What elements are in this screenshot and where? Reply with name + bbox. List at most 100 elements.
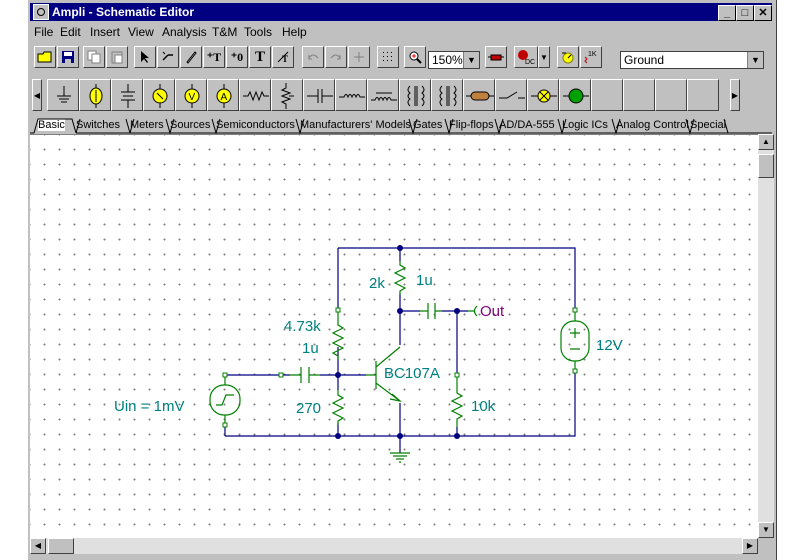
menu-view[interactable]: View bbox=[128, 25, 154, 39]
inductor-component[interactable] bbox=[335, 79, 367, 111]
pen-button[interactable] bbox=[180, 46, 202, 68]
menu-bar: File Edit Insert View Analysis T&M Tools… bbox=[30, 23, 772, 41]
postprocessor-button[interactable]: 1K bbox=[580, 46, 602, 68]
folder-icon bbox=[37, 51, 52, 63]
app-icon[interactable] bbox=[33, 4, 49, 20]
horizontal-scrollbar[interactable]: ◀ ▶ bbox=[30, 538, 758, 554]
zoom-button[interactable] bbox=[404, 46, 426, 68]
scroll-right-button[interactable]: ▶ bbox=[730, 79, 740, 111]
dc-dropdown-button[interactable]: ▼ bbox=[538, 46, 550, 68]
dc-source-component[interactable] bbox=[111, 79, 143, 111]
empty-slot-4[interactable] bbox=[687, 79, 719, 111]
component-button[interactable] bbox=[485, 46, 507, 68]
caret-up-icon: ▲ bbox=[762, 137, 770, 146]
scroll-up-button[interactable]: ▲ bbox=[758, 134, 774, 150]
transformer-component[interactable] bbox=[399, 79, 431, 111]
zoom-value: 150% bbox=[432, 53, 463, 67]
dc-analysis-button[interactable]: DC bbox=[514, 46, 538, 68]
close-button[interactable]: ✕ bbox=[754, 5, 772, 21]
tab-outline bbox=[30, 118, 772, 134]
menu-help[interactable]: Help bbox=[282, 25, 307, 39]
ground-symbol bbox=[390, 452, 410, 463]
component-toolbar: ◀ V A ▶ bbox=[30, 77, 772, 113]
menu-file[interactable]: File bbox=[34, 25, 53, 39]
caret-right-icon: ▶ bbox=[731, 90, 739, 100]
maximize-button[interactable]: □ bbox=[736, 5, 754, 21]
app-window: Ampli - Schematic Editor _ □ ✕ File Edit… bbox=[27, 0, 777, 560]
led-icon bbox=[563, 88, 589, 104]
rotate-text-button[interactable]: T bbox=[272, 46, 294, 68]
c-out-label: 1u bbox=[416, 272, 433, 289]
chevron-down-icon[interactable]: ▼ bbox=[747, 52, 763, 68]
open-button[interactable] bbox=[34, 46, 56, 68]
text-label-button[interactable]: ⁺T bbox=[203, 46, 225, 68]
resistor-10k bbox=[450, 375, 464, 427]
zoom-select[interactable]: 150% ▼ bbox=[428, 51, 480, 69]
switch-component[interactable] bbox=[495, 79, 527, 111]
component-select[interactable]: Ground ▼ bbox=[620, 51, 764, 69]
lamp-component[interactable] bbox=[527, 79, 559, 111]
redo-button[interactable] bbox=[325, 46, 347, 68]
paste-button[interactable] bbox=[106, 46, 128, 68]
scroll-right-arrow[interactable]: ▶ bbox=[742, 538, 758, 554]
lamp-icon bbox=[531, 89, 557, 103]
source-label: Uin = 1mV bbox=[114, 398, 184, 415]
voltage-generator-component[interactable] bbox=[143, 79, 175, 111]
scroll-down-button[interactable]: ▼ bbox=[758, 522, 774, 538]
svg-text:DC: DC bbox=[525, 59, 535, 65]
coil-component[interactable] bbox=[367, 79, 399, 111]
wire-tool-button[interactable] bbox=[157, 46, 179, 68]
horizontal-scroll-thumb[interactable] bbox=[48, 538, 74, 554]
schematic-labels: Uin = 1mV 1u 4.73k 270 2k 1u Out BC107A … bbox=[114, 272, 623, 417]
minimize-button[interactable]: _ bbox=[718, 5, 736, 21]
scroll-left-arrow[interactable]: ◀ bbox=[30, 538, 46, 554]
ammeter-component[interactable]: A bbox=[207, 79, 239, 111]
select-arrow-button[interactable] bbox=[134, 46, 156, 68]
menu-analysis[interactable]: Analysis bbox=[162, 25, 207, 39]
ground-component[interactable] bbox=[47, 79, 79, 111]
grid-button[interactable] bbox=[377, 46, 399, 68]
generator-icon bbox=[152, 84, 168, 108]
menu-insert[interactable]: Insert bbox=[90, 25, 120, 39]
capacitor-component[interactable] bbox=[303, 79, 335, 111]
potentiometer-component[interactable] bbox=[271, 79, 303, 111]
chevron-down-icon[interactable]: ▼ bbox=[463, 52, 479, 68]
led-component[interactable] bbox=[559, 79, 591, 111]
size-grip[interactable] bbox=[758, 538, 774, 554]
schematic-canvas[interactable]: Uin = 1mV 1u 4.73k 270 2k 1u Out BC107A … bbox=[30, 134, 758, 539]
menu-tm[interactable]: T&M bbox=[212, 25, 237, 39]
cross-button[interactable] bbox=[348, 46, 370, 68]
disk-icon bbox=[62, 51, 74, 63]
text-button[interactable]: T bbox=[249, 46, 271, 68]
analysis-button[interactable] bbox=[557, 46, 579, 68]
save-button[interactable] bbox=[57, 46, 79, 68]
label-zero-button[interactable]: ⁺0 bbox=[226, 46, 248, 68]
resistor-component[interactable] bbox=[239, 79, 271, 111]
crosshair-icon bbox=[354, 52, 364, 62]
transistor-label: BC107A bbox=[384, 365, 440, 382]
undo-button[interactable] bbox=[302, 46, 324, 68]
empty-slot-1[interactable] bbox=[591, 79, 623, 111]
magnifier-icon bbox=[409, 51, 422, 64]
scroll-left-button[interactable]: ◀ bbox=[32, 79, 42, 111]
battery-component[interactable] bbox=[79, 79, 111, 111]
resistor-2k bbox=[393, 261, 407, 295]
ground-icon bbox=[57, 86, 71, 103]
label-tool-icon: ⁺0 bbox=[230, 49, 244, 64]
redo-icon bbox=[330, 54, 341, 60]
vertical-scrollbar[interactable]: ▲ ▼ bbox=[758, 134, 774, 538]
wires bbox=[224, 247, 576, 453]
menu-tools[interactable]: Tools bbox=[244, 25, 272, 39]
coupled-inductor-component[interactable] bbox=[431, 79, 463, 111]
transmission-line-component[interactable] bbox=[463, 79, 495, 111]
menu-edit[interactable]: Edit bbox=[60, 25, 81, 39]
output-terminal bbox=[468, 305, 478, 317]
copy-button[interactable] bbox=[83, 46, 105, 68]
svg-text:T: T bbox=[282, 54, 288, 64]
vertical-scroll-thumb[interactable] bbox=[758, 154, 774, 178]
component-icon bbox=[488, 54, 504, 61]
transmission-line-icon bbox=[466, 91, 494, 101]
empty-slot-2[interactable] bbox=[623, 79, 655, 111]
voltmeter-component[interactable]: V bbox=[175, 79, 207, 111]
empty-slot-3[interactable] bbox=[655, 79, 687, 111]
